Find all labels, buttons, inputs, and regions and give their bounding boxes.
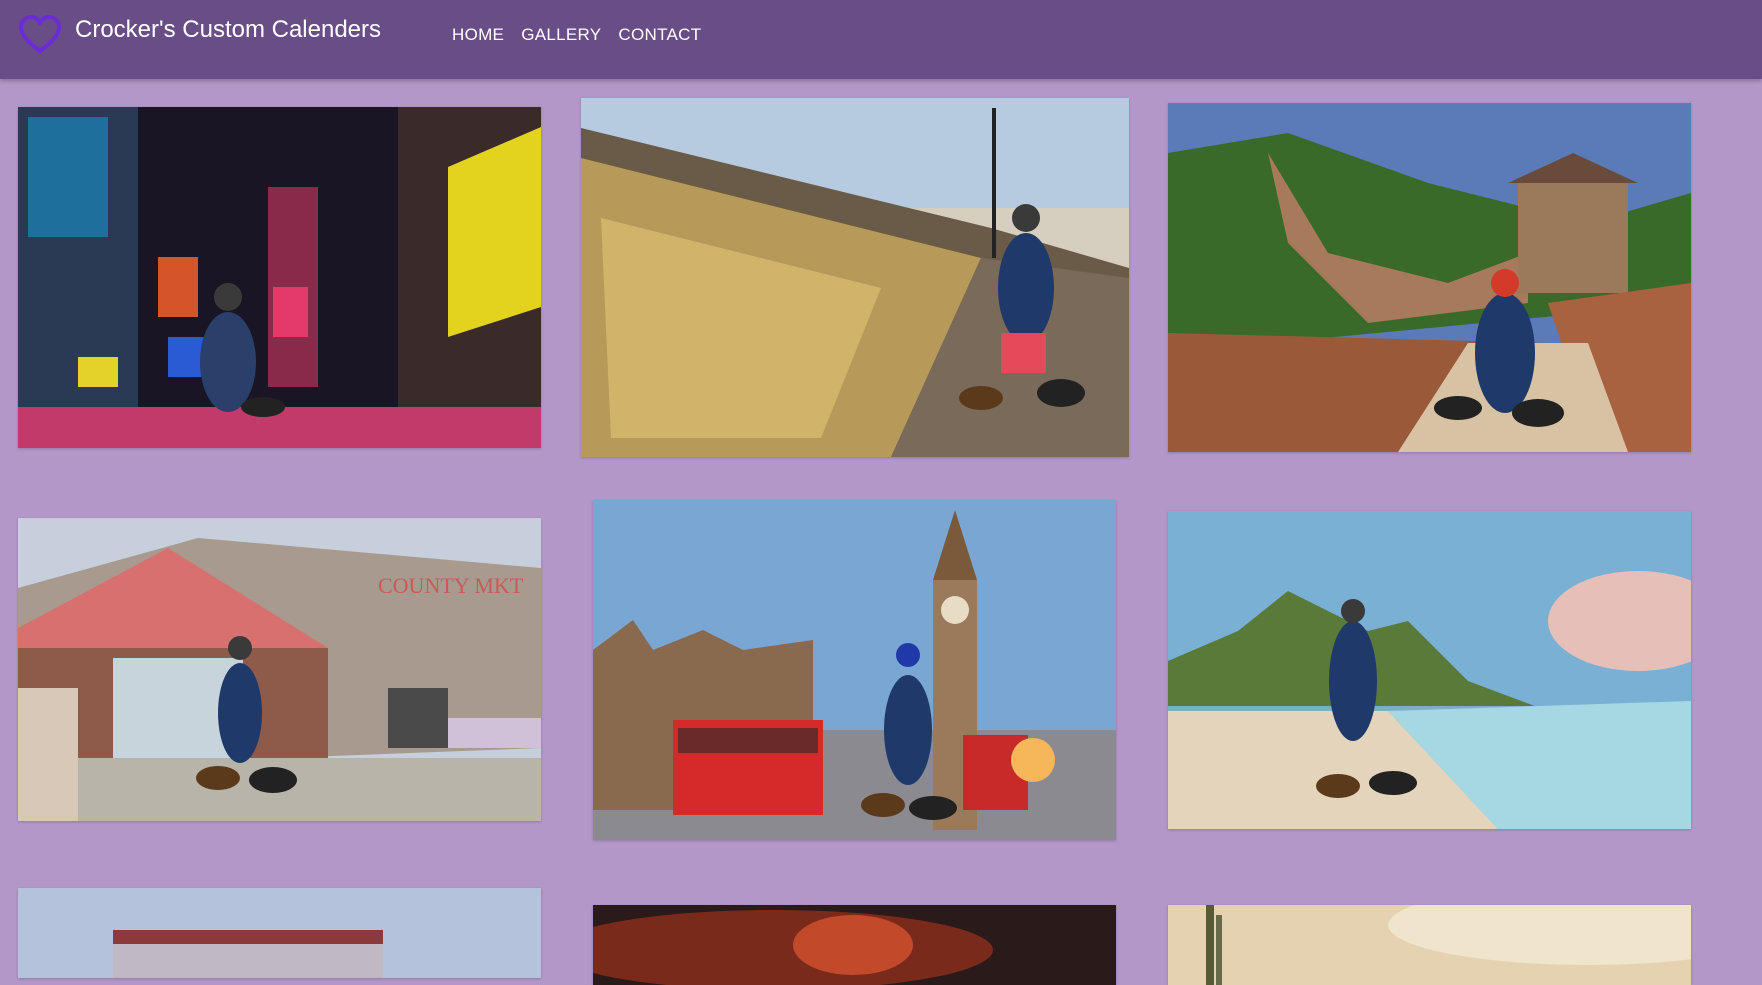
gallery-photo-desert-cactus[interactable] <box>1168 905 1691 985</box>
gallery-photo-fireworks[interactable] <box>593 905 1116 985</box>
nav-home-link[interactable]: HOME <box>452 25 504 45</box>
svg-text:COUNTY MKT: COUNTY MKT <box>378 573 524 598</box>
gallery-photo-times-square[interactable] <box>18 107 541 448</box>
site-title[interactable]: Crocker's Custom Calenders <box>75 16 381 44</box>
main-nav: HOME GALLERY CONTACT <box>452 25 701 45</box>
site-header: Crocker's Custom Calenders HOME GALLERY … <box>0 0 1762 79</box>
nav-contact-link[interactable]: CONTACT <box>618 25 701 45</box>
gallery-photo-paris-love-locks[interactable] <box>581 98 1129 457</box>
gallery-photo-red-roof[interactable] <box>18 888 541 978</box>
gallery-photo-great-wall[interactable] <box>1168 103 1691 452</box>
nav-gallery-link[interactable]: GALLERY <box>521 25 601 45</box>
gallery-photo-county-market[interactable]: COUNTY MKT <box>18 518 541 821</box>
gallery-photo-tropical-beach[interactable] <box>1168 511 1691 829</box>
heart-outline-icon[interactable] <box>18 15 62 55</box>
gallery-photo-london-big-ben[interactable] <box>593 500 1116 840</box>
